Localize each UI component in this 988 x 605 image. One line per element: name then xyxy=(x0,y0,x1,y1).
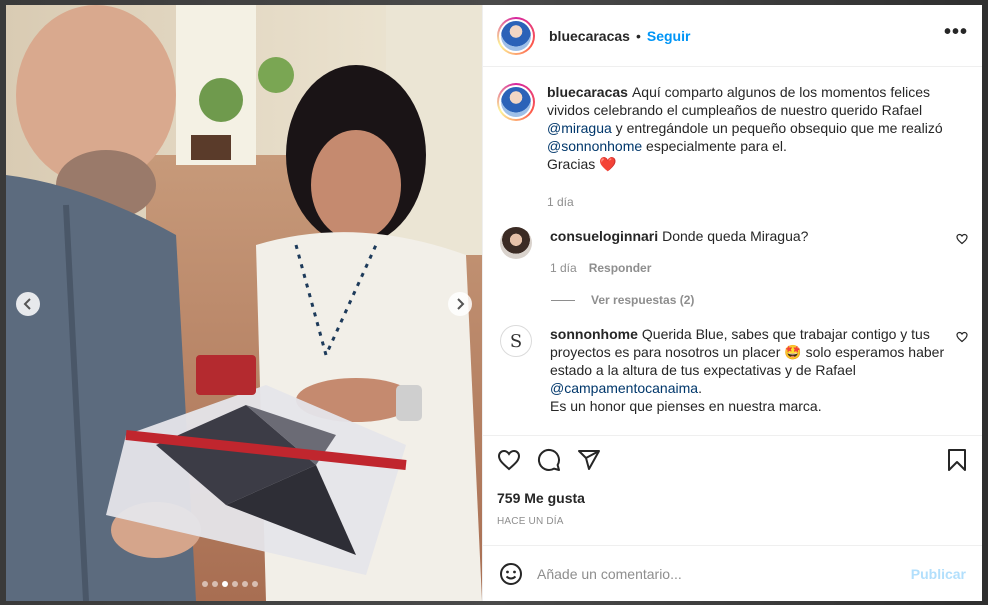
share-button[interactable] xyxy=(577,448,601,472)
emoji-picker-button[interactable] xyxy=(499,562,523,586)
caption-username[interactable]: bluecaracas xyxy=(547,84,628,100)
mention-sonnonhome[interactable]: @sonnonhome xyxy=(547,138,642,154)
more-options-icon[interactable]: ••• xyxy=(944,22,968,50)
smiley-icon xyxy=(500,562,522,585)
commenter-avatar[interactable]: S xyxy=(500,325,532,357)
comment-item: S sonnonhome Querida Blue, sabes que trab… xyxy=(497,325,968,415)
post-caption: bluecaracas Aquí comparto algunos de los … xyxy=(497,83,968,211)
save-button[interactable] xyxy=(946,448,968,472)
publish-button[interactable]: Publicar xyxy=(911,566,966,582)
previous-slide-button[interactable] xyxy=(16,292,40,316)
reply-button[interactable]: Responder xyxy=(589,259,652,277)
post-modal: bluecaracas • Seguir ••• bluecaracas Aquí… xyxy=(6,5,982,601)
next-slide-button[interactable] xyxy=(448,292,472,316)
post-timestamp[interactable]: HACE UN DÍA xyxy=(497,516,968,527)
comment-item: consueloginnari Donde queda Miragua? 1 dí… xyxy=(497,227,968,277)
heart-emoji: ❤️ xyxy=(599,156,617,172)
heart-icon[interactable] xyxy=(956,233,968,245)
star-eyes-emoji: 🤩 xyxy=(784,344,802,360)
chevron-right-icon xyxy=(457,298,465,310)
carousel-dot xyxy=(252,581,258,587)
caption-time[interactable]: 1 día xyxy=(547,193,574,211)
caption-avatar[interactable] xyxy=(497,83,535,121)
photo-illustration xyxy=(6,5,482,601)
send-icon xyxy=(578,450,600,470)
comment-button[interactable] xyxy=(537,448,561,472)
caption-text-2: y entregándole un pequeño obsequio que m… xyxy=(611,120,943,136)
comments-list[interactable]: bluecaracas Aquí comparto algunos de los … xyxy=(483,67,982,435)
view-replies-label: Ver respuestas (2) xyxy=(591,293,695,307)
comment-composer: Publicar xyxy=(483,545,982,601)
comment-text: Donde queda Miragua? xyxy=(662,228,809,244)
post-photo[interactable] xyxy=(6,5,482,601)
carousel-dot xyxy=(242,581,248,587)
chevron-left-icon xyxy=(23,298,31,310)
carousel-dot xyxy=(212,581,218,587)
commenter-avatar[interactable] xyxy=(500,227,532,259)
carousel-dot-active xyxy=(222,581,228,587)
carousel-dot xyxy=(202,581,208,587)
action-icons xyxy=(497,448,968,472)
mention-miragua[interactable]: @miragua xyxy=(547,120,612,136)
comment-icon xyxy=(537,448,560,471)
heart-icon[interactable] xyxy=(956,331,968,343)
replies-divider xyxy=(551,299,575,301)
sonnon-logo: S xyxy=(509,330,523,352)
view-replies-button[interactable]: Ver respuestas (2) xyxy=(551,293,968,307)
caption-text-4: Gracias xyxy=(547,156,596,172)
commenter-username[interactable]: sonnonhome xyxy=(550,326,638,342)
commenter-username[interactable]: consueloginnari xyxy=(550,228,658,244)
author-username[interactable]: bluecaracas xyxy=(549,28,630,44)
caption-text-3: especialmente para el. xyxy=(642,138,787,154)
author-avatar[interactable] xyxy=(497,16,535,55)
comment-input[interactable] xyxy=(537,565,911,582)
comment-text-3: Es un honor que pienses en nuestra marca… xyxy=(550,398,822,414)
header-separator: • xyxy=(635,27,641,44)
heart-icon xyxy=(497,449,521,471)
bookmark-icon xyxy=(948,449,966,471)
follow-button[interactable]: Seguir xyxy=(647,28,691,44)
carousel-indicator xyxy=(202,581,258,587)
like-button[interactable] xyxy=(497,448,521,472)
likes-count[interactable]: 759 Me gusta xyxy=(497,490,968,506)
post-side-panel: bluecaracas • Seguir ••• bluecaracas Aquí… xyxy=(482,5,982,601)
carousel-dot xyxy=(232,581,238,587)
comment-time[interactable]: 1 día xyxy=(550,259,577,277)
post-actions: 759 Me gusta HACE UN DÍA xyxy=(483,435,982,545)
post-header: bluecaracas • Seguir ••• xyxy=(483,5,982,67)
mention-campamentocanaima[interactable]: @campamentocanaima xyxy=(550,380,698,396)
